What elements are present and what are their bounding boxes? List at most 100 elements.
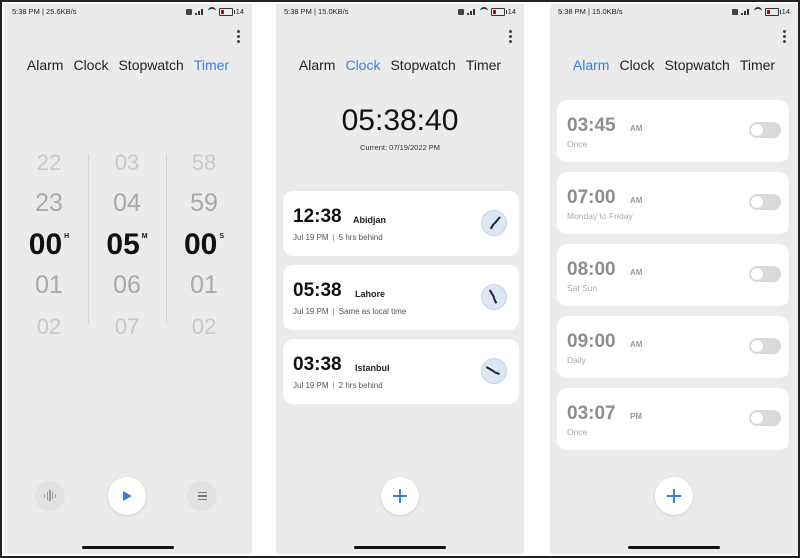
alarm-toggle[interactable] bbox=[749, 266, 781, 282]
wifi-icon bbox=[207, 7, 216, 16]
tab-alarm[interactable]: Alarm bbox=[573, 57, 610, 77]
sound-button[interactable] bbox=[35, 481, 65, 511]
world-clock-time: 12:38 bbox=[293, 206, 342, 227]
tab-stopwatch[interactable]: Stopwatch bbox=[118, 57, 183, 77]
analog-clock-icon bbox=[481, 284, 507, 310]
alarm-time: 03:45 bbox=[567, 115, 616, 136]
analog-clock-icon bbox=[481, 210, 507, 236]
app-notification-icon bbox=[457, 8, 464, 15]
analog-clock-icon bbox=[481, 358, 507, 384]
add-city-button[interactable] bbox=[381, 477, 419, 515]
hours-next1: 01 bbox=[35, 271, 63, 299]
alarm-repeat: Sat Sun bbox=[567, 283, 598, 293]
status-bar: 5:38 PM | 25.6KB/s 14 bbox=[4, 4, 252, 18]
minutes-picker[interactable]: 03 04 05 M 06 07 bbox=[92, 142, 162, 347]
alarm-time: 07:00 bbox=[567, 187, 616, 208]
alarm-repeat: Once bbox=[567, 139, 588, 149]
minutes-prev1: 04 bbox=[113, 189, 141, 217]
tab-stopwatch[interactable]: Stopwatch bbox=[390, 57, 455, 77]
tab-clock[interactable]: Clock bbox=[619, 57, 654, 77]
timer-screen: 5:38 PM | 25.6KB/s 14 Alarm Clock Stopwa… bbox=[4, 4, 252, 554]
alarm-card[interactable]: 07:00 AM Monday to Friday bbox=[557, 172, 789, 234]
wifi-icon bbox=[753, 7, 762, 16]
world-clock-card[interactable]: 12:38 Abidjan Jul 19 PM | 5 hrs behind bbox=[283, 191, 519, 256]
wifi-icon bbox=[479, 7, 488, 16]
world-clock-card[interactable]: 05:38 Lahore Jul 19 PM | Same as local tim… bbox=[283, 265, 519, 330]
status-bar: 5:38 PM | 15.0KB/s 14 bbox=[550, 4, 798, 18]
hours-prev1: 23 bbox=[35, 189, 63, 217]
hours-unit: H bbox=[64, 233, 70, 240]
tab-bar: Alarm Clock Stopwatch Timer bbox=[4, 57, 252, 77]
alarm-toggle[interactable] bbox=[749, 194, 781, 210]
seconds-prev2: 58 bbox=[191, 150, 217, 175]
alarm-repeat: Daily bbox=[567, 355, 586, 365]
home-indicator[interactable] bbox=[354, 546, 446, 549]
tab-timer[interactable]: Timer bbox=[194, 57, 229, 77]
alarm-toggle[interactable] bbox=[749, 122, 781, 138]
alarm-repeat: Once bbox=[567, 427, 588, 437]
alarm-card[interactable]: 03:07 PM Once bbox=[557, 388, 789, 450]
screenshot-frame: 5:38 PM | 25.6KB/s 14 Alarm Clock Stopwa… bbox=[0, 0, 800, 558]
battery-level: 14 bbox=[235, 7, 244, 16]
start-timer-button[interactable] bbox=[108, 477, 146, 515]
alarm-time: 09:00 bbox=[567, 331, 616, 352]
alarm-card[interactable]: 03:45 AM Once bbox=[557, 100, 789, 162]
seconds-picker[interactable]: 58 59 00 S 01 02 bbox=[169, 142, 239, 347]
signal-icon bbox=[466, 8, 477, 15]
alarm-repeat: Monday to Friday bbox=[567, 211, 633, 221]
world-clock-time: 03:38 bbox=[293, 354, 342, 375]
tab-clock[interactable]: Clock bbox=[73, 57, 108, 77]
picker-divider bbox=[88, 154, 89, 324]
app-notification-icon bbox=[731, 8, 738, 15]
world-clock-info: Jul 19 PM | Same as local time bbox=[293, 307, 407, 316]
world-clock-card[interactable]: 03:38 Istanbul Jul 19 PM | 2 hrs behind bbox=[283, 339, 519, 404]
seconds-prev1: 59 bbox=[190, 189, 218, 217]
world-clock-time: 05:38 bbox=[293, 280, 342, 301]
hours-picker[interactable]: 22 23 00 H 01 02 bbox=[14, 142, 84, 347]
world-clock-city: Lahore bbox=[355, 289, 386, 299]
plus-icon bbox=[667, 489, 681, 503]
add-alarm-button[interactable] bbox=[655, 477, 693, 515]
signal-icon bbox=[194, 8, 205, 15]
hours-prev2: 22 bbox=[36, 150, 62, 175]
status-bar: 5:38 PM | 15.0KB/s 14 bbox=[276, 4, 524, 18]
battery-icon bbox=[218, 7, 235, 16]
home-indicator[interactable] bbox=[82, 546, 174, 549]
alarm-ampm: AM bbox=[630, 268, 643, 277]
presets-button[interactable] bbox=[187, 481, 217, 511]
alarm-card[interactable]: 08:00 AM Sat Sun bbox=[557, 244, 789, 306]
tab-alarm[interactable]: Alarm bbox=[27, 57, 64, 77]
world-clock-city: Istanbul bbox=[355, 363, 390, 373]
app-notification-icon bbox=[185, 8, 192, 15]
seconds-next2: 02 bbox=[191, 314, 217, 339]
minutes-selected: 05 M bbox=[106, 228, 148, 261]
alarm-ampm: PM bbox=[630, 412, 642, 421]
world-clock-info: Jul 19 PM | 5 hrs behind bbox=[293, 233, 383, 242]
picker-divider bbox=[166, 154, 167, 324]
more-vertical-icon[interactable] bbox=[509, 30, 512, 43]
tab-timer[interactable]: Timer bbox=[466, 57, 501, 77]
alarm-time: 08:00 bbox=[567, 259, 616, 280]
alarm-screen: 5:38 PM | 15.0KB/s 14 Alarm Clock Stopwa… bbox=[550, 4, 798, 554]
alarm-ampm: AM bbox=[630, 196, 643, 205]
hours-next2: 02 bbox=[36, 314, 62, 339]
tab-timer[interactable]: Timer bbox=[740, 57, 775, 77]
sound-wave-icon bbox=[43, 487, 57, 505]
tab-clock[interactable]: Clock bbox=[345, 57, 380, 77]
signal-icon bbox=[740, 8, 751, 15]
alarm-time: 03:07 bbox=[567, 403, 616, 424]
more-vertical-icon[interactable] bbox=[237, 30, 240, 43]
alarm-card[interactable]: 09:00 AM Daily bbox=[557, 316, 789, 378]
world-clock-info: Jul 19 PM | 2 hrs behind bbox=[293, 381, 383, 390]
battery-level: 14 bbox=[781, 7, 790, 16]
battery-icon bbox=[490, 7, 507, 16]
tab-stopwatch[interactable]: Stopwatch bbox=[664, 57, 729, 77]
more-vertical-icon[interactable] bbox=[783, 30, 786, 43]
alarm-toggle[interactable] bbox=[749, 338, 781, 354]
seconds-next1: 01 bbox=[190, 271, 218, 299]
home-indicator[interactable] bbox=[628, 546, 720, 549]
world-clock-city: Abidjan bbox=[353, 215, 386, 225]
tab-alarm[interactable]: Alarm bbox=[299, 57, 336, 77]
alarm-toggle[interactable] bbox=[749, 410, 781, 426]
alarm-ampm: AM bbox=[630, 340, 643, 349]
